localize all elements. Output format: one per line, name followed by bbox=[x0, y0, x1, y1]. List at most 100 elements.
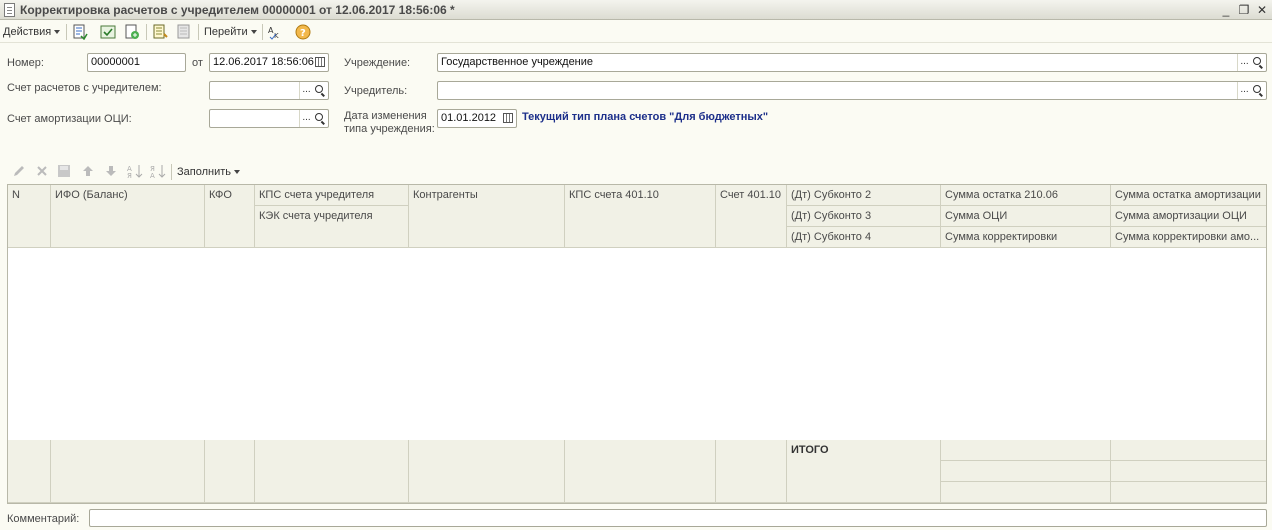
column-header-kfo[interactable]: КФО bbox=[205, 185, 255, 248]
structure-icon[interactable] bbox=[176, 24, 192, 40]
date-field[interactable]: 12.06.2017 18:56:06 bbox=[209, 53, 329, 72]
help-icon[interactable]: ? bbox=[295, 24, 311, 40]
chevron-down-icon bbox=[54, 30, 61, 35]
table-body[interactable] bbox=[8, 248, 1266, 440]
toolbar-separator bbox=[198, 24, 199, 40]
column-header-account-401[interactable]: Счет 401.10 bbox=[716, 185, 787, 248]
column-header-sum-balance-amort[interactable]: Сумма остатка амортизации bbox=[1111, 185, 1266, 206]
toolbar-separator bbox=[171, 164, 172, 180]
move-down-icon[interactable] bbox=[104, 164, 118, 178]
change-date-label-line2: типа учреждения: bbox=[344, 123, 435, 135]
svg-text:A: A bbox=[150, 172, 155, 179]
corrections-table[interactable]: N ИФО (Баланс) КФО КПС счета учредителя … bbox=[7, 184, 1267, 504]
amort-select-button[interactable]: ... bbox=[299, 110, 313, 127]
window-titlebar: Корректировка расчетов с учредителем 000… bbox=[0, 0, 1272, 20]
column-header-kps-founder[interactable]: КПС счета учредителя bbox=[255, 185, 409, 206]
date-value: 12.06.2017 18:56:06 bbox=[213, 56, 314, 68]
document-icon bbox=[4, 3, 15, 17]
founder-select-button[interactable]: ... bbox=[1237, 82, 1251, 99]
account-field[interactable]: ... bbox=[209, 81, 329, 100]
footer-total-label: ИТОГО bbox=[787, 440, 941, 503]
end-edit-icon[interactable] bbox=[57, 164, 71, 178]
goto-menu[interactable]: Перейти bbox=[204, 24, 257, 40]
sort-ascending-icon[interactable]: AЯ bbox=[127, 163, 143, 179]
save-document-icon[interactable] bbox=[124, 24, 140, 40]
footer-sum-correction-amort bbox=[1111, 482, 1266, 503]
journal-icon[interactable] bbox=[152, 24, 168, 40]
comment-field[interactable] bbox=[89, 509, 1267, 527]
account-open-button[interactable] bbox=[313, 82, 327, 99]
institution-open-button[interactable] bbox=[1251, 54, 1265, 71]
main-toolbar: Действия Перейти AK ? bbox=[0, 21, 1272, 43]
column-header-sum-correction[interactable]: Сумма корректировки bbox=[941, 227, 1111, 248]
spellcheck-icon[interactable]: AK bbox=[267, 24, 283, 40]
delete-icon[interactable] bbox=[35, 164, 49, 178]
plan-type-info: Текущий тип плана счетов "Для бюджетных" bbox=[522, 111, 769, 123]
fill-menu[interactable]: Заполнить bbox=[177, 164, 241, 180]
toolbar-separator bbox=[146, 24, 147, 40]
column-header-subkonto-2[interactable]: (Дт) Субконто 2 bbox=[787, 185, 941, 206]
column-header-sum-oci[interactable]: Сумма ОЦИ bbox=[941, 206, 1111, 227]
founder-label: Учредитель: bbox=[344, 85, 408, 97]
number-label: Номер: bbox=[7, 57, 44, 69]
amort-label: Счет амортизации ОЦИ: bbox=[7, 113, 132, 125]
institution-label: Учреждение: bbox=[344, 57, 411, 69]
column-header-kek-founder[interactable]: КЭК счета учредителя bbox=[255, 206, 409, 248]
sort-descending-icon[interactable]: ЯA bbox=[150, 163, 166, 179]
column-header-contractors[interactable]: Контрагенты bbox=[409, 185, 565, 248]
change-date-field[interactable]: 01.01.2012 bbox=[437, 109, 517, 128]
edit-icon[interactable] bbox=[12, 164, 26, 178]
calendar-icon bbox=[315, 57, 325, 67]
footer-cell bbox=[409, 440, 565, 503]
founder-open-button[interactable] bbox=[1251, 82, 1265, 99]
footer-sum-amort-oci bbox=[1111, 461, 1266, 482]
amort-field[interactable]: ... bbox=[209, 109, 329, 128]
date-from-label: от bbox=[192, 57, 203, 69]
calendar-button[interactable] bbox=[313, 54, 327, 71]
window-title: Корректировка расчетов с учредителем 000… bbox=[20, 3, 455, 17]
close-button[interactable]: ✕ bbox=[1254, 2, 1270, 18]
actions-menu[interactable]: Действия bbox=[3, 24, 61, 40]
toolbar-separator bbox=[262, 24, 263, 40]
number-field[interactable]: 00000001 bbox=[87, 53, 186, 72]
chevron-down-icon bbox=[250, 30, 257, 35]
amort-open-button[interactable] bbox=[313, 110, 327, 127]
footer-sum-correction bbox=[941, 482, 1111, 503]
column-header-kps-401[interactable]: КПС счета 401.10 bbox=[565, 185, 716, 248]
minimize-button[interactable]: _ bbox=[1218, 2, 1234, 18]
search-icon bbox=[1253, 85, 1261, 93]
account-select-button[interactable]: ... bbox=[299, 82, 313, 99]
column-header-subkonto-3[interactable]: (Дт) Субконто 3 bbox=[787, 206, 941, 227]
footer-sum-balance bbox=[941, 440, 1111, 461]
post-and-close-icon[interactable] bbox=[72, 24, 88, 40]
column-header-subkonto-4[interactable]: (Дт) Субконто 4 bbox=[787, 227, 941, 248]
table-toolbar: AЯ ЯA Заполнить bbox=[8, 162, 1268, 182]
footer-cell bbox=[716, 440, 787, 503]
move-up-icon[interactable] bbox=[81, 164, 95, 178]
footer-cell bbox=[205, 440, 255, 503]
search-icon bbox=[315, 85, 323, 93]
institution-value: Государственное учреждение bbox=[441, 56, 594, 68]
svg-text:Я: Я bbox=[127, 172, 132, 179]
footer-cell bbox=[51, 440, 205, 503]
column-header-sum-correction-amort[interactable]: Сумма корректировки амо... bbox=[1111, 227, 1266, 248]
account-label: Счет расчетов с учредителем: bbox=[7, 82, 162, 94]
institution-field[interactable]: Государственное учреждение ... bbox=[437, 53, 1267, 72]
post-icon[interactable] bbox=[100, 24, 116, 40]
column-header-n[interactable]: N bbox=[8, 185, 51, 248]
search-icon bbox=[315, 113, 323, 121]
restore-button[interactable]: ❐ bbox=[1236, 2, 1252, 18]
change-date-label-line1: Дата изменения bbox=[344, 110, 427, 122]
column-header-sum-amort-oci[interactable]: Сумма амортизации ОЦИ bbox=[1111, 206, 1266, 227]
footer-sum-oci bbox=[941, 461, 1111, 482]
change-date-calendar-button[interactable] bbox=[501, 110, 515, 127]
chevron-down-icon bbox=[234, 170, 241, 175]
calendar-icon bbox=[503, 113, 513, 123]
founder-field[interactable]: ... bbox=[437, 81, 1267, 100]
footer-cell bbox=[565, 440, 716, 503]
column-header-sum-balance[interactable]: Сумма остатка 210.06 bbox=[941, 185, 1111, 206]
column-header-ifo[interactable]: ИФО (Баланс) bbox=[51, 185, 205, 248]
footer-sum-balance-amort bbox=[1111, 440, 1266, 461]
svg-text:?: ? bbox=[300, 28, 306, 39]
institution-select-button[interactable]: ... bbox=[1237, 54, 1251, 71]
